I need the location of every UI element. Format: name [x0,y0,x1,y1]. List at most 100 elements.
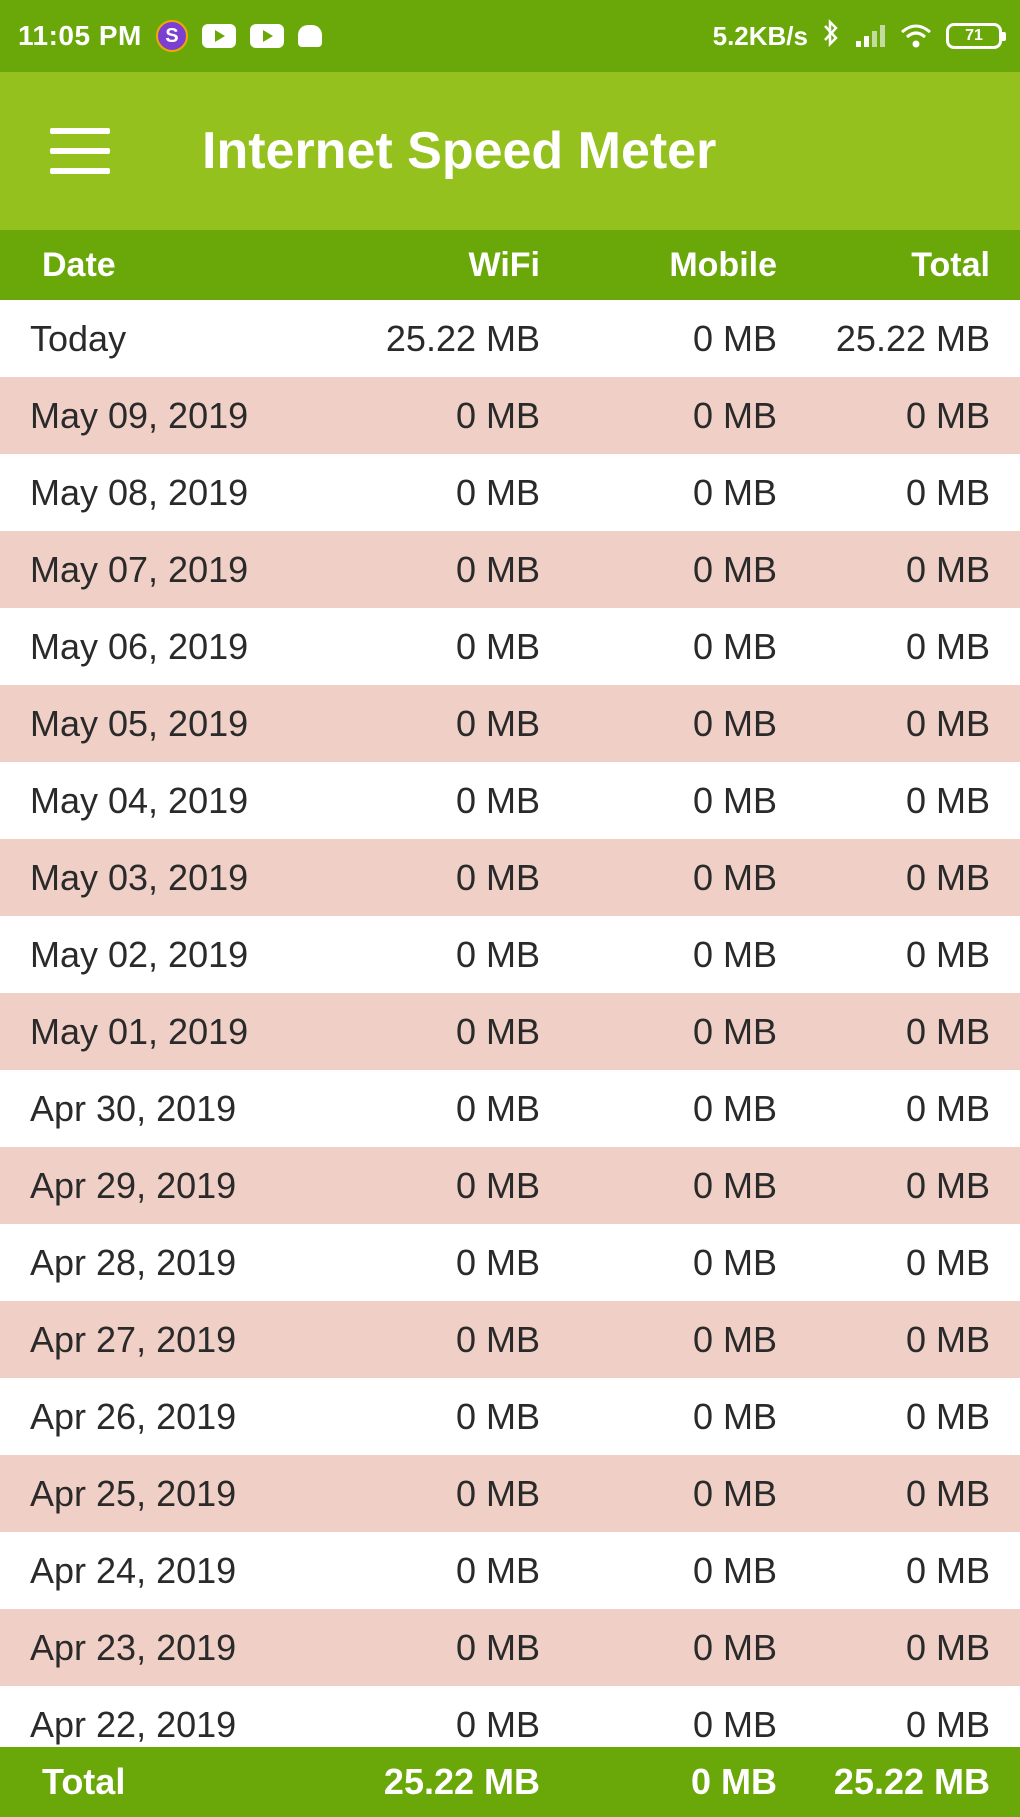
table-row: Apr 23, 2019 0 MB 0 MB 0 MB [0,1609,1020,1686]
cell-mobile: 0 MB [692,394,777,436]
cell-wifi: 0 MB [455,1472,540,1514]
cell-date: Apr 24, 2019 [30,1549,237,1591]
cell-wifi: 0 MB [455,394,540,436]
header-mobile: Mobile [669,245,777,284]
cell-total: 0 MB [905,856,990,898]
cell-wifi: 0 MB [455,779,540,821]
cell-total: 0 MB [905,702,990,744]
cell-wifi: 0 MB [455,1010,540,1052]
cell-mobile: 0 MB [692,1395,777,1437]
footer-wifi-total: 25.22 MB [383,1761,540,1802]
cell-mobile: 0 MB [692,779,777,821]
cell-mobile: 0 MB [692,1241,777,1283]
cell-total: 0 MB [905,1626,990,1668]
cell-date: Apr 23, 2019 [30,1626,237,1668]
table-row: May 04, 2019 0 MB 0 MB 0 MB [0,762,1020,839]
cell-total: 0 MB [905,394,990,436]
header-date: Date [42,245,116,284]
cell-mobile: 0 MB [692,471,777,513]
cell-wifi: 0 MB [455,625,540,667]
cell-wifi: 0 MB [455,1318,540,1360]
cell-date: May 05, 2019 [30,702,249,744]
table-row: Apr 28, 2019 0 MB 0 MB 0 MB [0,1224,1020,1301]
cell-mobile: 0 MB [692,1472,777,1514]
cell-total: 0 MB [905,1395,990,1437]
app-bar: Internet Speed Meter [0,72,1020,230]
table-row: May 03, 2019 0 MB 0 MB 0 MB [0,839,1020,916]
cell-mobile: 0 MB [692,1318,777,1360]
cell-wifi: 0 MB [455,933,540,975]
cell-date: Apr 28, 2019 [30,1241,237,1283]
table-row: May 01, 2019 0 MB 0 MB 0 MB [0,993,1020,1070]
cell-total: 0 MB [905,1241,990,1283]
cell-total: 0 MB [905,933,990,975]
table-row: Apr 29, 2019 0 MB 0 MB 0 MB [0,1147,1020,1224]
cell-wifi: 0 MB [455,1241,540,1283]
cell-date: May 09, 2019 [30,394,249,436]
cell-date: Apr 29, 2019 [30,1164,237,1206]
cell-wifi: 0 MB [455,1395,540,1437]
app-title: Internet Speed Meter [202,122,717,180]
table-row: Apr 24, 2019 0 MB 0 MB 0 MB [0,1532,1020,1609]
cell-total: 0 MB [905,471,990,513]
youtube-notification-icon [201,24,236,48]
bluetooth-icon [822,18,840,54]
cell-wifi: 0 MB [455,471,540,513]
table-row: May 05, 2019 0 MB 0 MB 0 MB [0,685,1020,762]
wifi-icon [900,23,932,49]
table-row: Apr 25, 2019 0 MB 0 MB 0 MB [0,1455,1020,1532]
table-row: Today 25.22 MB 0 MB 25.22 MB [0,300,1020,377]
cell-mobile: 0 MB [692,933,777,975]
cell-mobile: 0 MB [692,856,777,898]
table-row: May 02, 2019 0 MB 0 MB 0 MB [0,916,1020,993]
table-footer-total: Total 25.22 MB 0 MB 25.22 MB [0,1747,1020,1817]
cell-total: 0 MB [905,1087,990,1129]
cell-wifi: 0 MB [455,1626,540,1668]
table-row: May 08, 2019 0 MB 0 MB 0 MB [0,454,1020,531]
android-notification-icon [297,25,322,47]
status-time: 11:05 PM [18,20,142,51]
cell-wifi: 0 MB [455,1549,540,1591]
network-speed: 5.2KB/s [712,20,808,51]
hamburger-menu-icon[interactable] [50,128,110,174]
cell-wifi: 0 MB [455,1164,540,1206]
youtube-notification-icon-2 [249,24,284,48]
table-row: May 09, 2019 0 MB 0 MB 0 MB [0,377,1020,454]
status-bar: 11:05 PM S 5.2KB/s 71 [0,0,1020,72]
cell-total: 0 MB [905,1549,990,1591]
cell-wifi: 25.22 MB [385,317,540,359]
cell-date: May 02, 2019 [30,933,249,975]
cell-mobile: 0 MB [692,1087,777,1129]
cell-mobile: 0 MB [692,548,777,590]
table-row: Apr 30, 2019 0 MB 0 MB 0 MB [0,1070,1020,1147]
cell-total: 0 MB [905,779,990,821]
cell-total: 0 MB [905,1010,990,1052]
footer-grand-total: 25.22 MB [833,1761,990,1802]
signal-icon [854,23,886,49]
cell-date: Apr 27, 2019 [30,1318,237,1360]
footer-mobile-total: 0 MB [690,1761,777,1802]
header-total: Total [911,245,990,284]
cell-date: May 01, 2019 [30,1010,249,1052]
cell-date: May 06, 2019 [30,625,249,667]
cell-wifi: 0 MB [455,856,540,898]
status-left: 11:05 PM S [18,20,322,52]
cell-total: 0 MB [905,1472,990,1514]
battery-icon: 71 [946,23,1006,49]
header-wifi: WiFi [468,245,540,284]
cell-mobile: 0 MB [692,1549,777,1591]
cell-total: 0 MB [905,548,990,590]
cell-wifi: 0 MB [455,1087,540,1129]
cell-date: Today [30,317,127,359]
app-notification-icon: S [155,20,188,52]
cell-mobile: 0 MB [692,1164,777,1206]
cell-date: Apr 30, 2019 [30,1087,237,1129]
cell-date: Apr 25, 2019 [30,1472,237,1514]
cell-date: Apr 26, 2019 [30,1395,237,1437]
cell-wifi: 0 MB [455,548,540,590]
cell-date: May 07, 2019 [30,548,249,590]
table-row: May 07, 2019 0 MB 0 MB 0 MB [0,531,1020,608]
table-row: Apr 26, 2019 0 MB 0 MB 0 MB [0,1378,1020,1455]
cell-mobile: 0 MB [692,625,777,667]
usage-table-body: Today 25.22 MB 0 MB 25.22 MB May 09, 2019 0 M… [0,300,1020,1763]
